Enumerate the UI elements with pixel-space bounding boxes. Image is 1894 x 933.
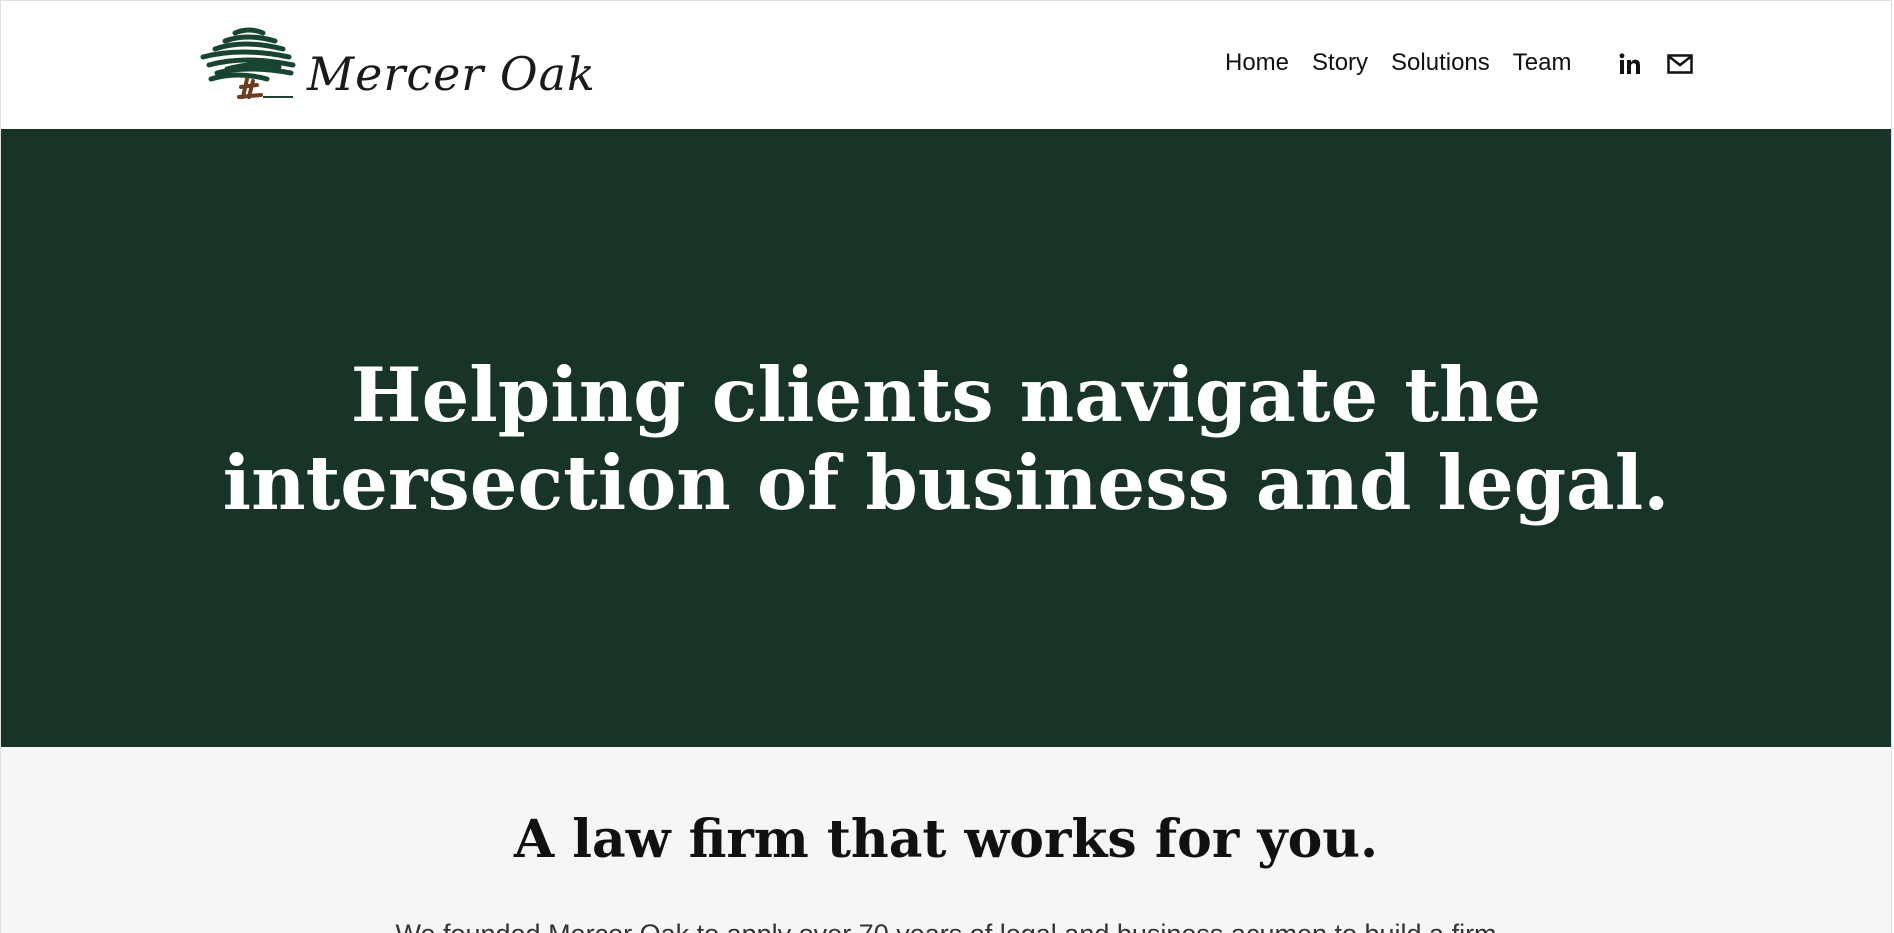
main-nav: Home Story Solutions Team (1225, 51, 1594, 75)
hero-heading: Helping clients navigate the intersectio… (1, 351, 1891, 527)
intro-heading: A law firm that works for you. (513, 809, 1379, 870)
hero-heading-line-2: intersection of business and legal. (222, 439, 1670, 527)
oak-tree-icon (200, 27, 296, 99)
page: Mercer Oak Home Story Solutions Team Hel… (0, 0, 1892, 933)
logo-link[interactable]: Mercer Oak (197, 21, 595, 111)
email-icon[interactable] (1667, 54, 1693, 74)
social-links (1619, 53, 1693, 75)
site-header: Mercer Oak Home Story Solutions Team (1, 1, 1891, 129)
intro-section: A law firm that works for you. We founde… (1, 747, 1891, 933)
nav-story[interactable]: Story (1312, 51, 1368, 75)
intro-body: We founded Mercer Oak to apply over 70 y… (1, 919, 1891, 933)
linkedin-icon[interactable] (1619, 53, 1641, 75)
nav-solutions[interactable]: Solutions (1391, 51, 1490, 75)
hero-heading-line-1: Helping clients navigate the (350, 351, 1542, 439)
nav-home[interactable]: Home (1225, 51, 1289, 75)
logo-wordmark: Mercer Oak (307, 47, 596, 101)
nav-team[interactable]: Team (1513, 51, 1572, 75)
hero-section: Helping clients navigate the intersectio… (1, 129, 1891, 747)
